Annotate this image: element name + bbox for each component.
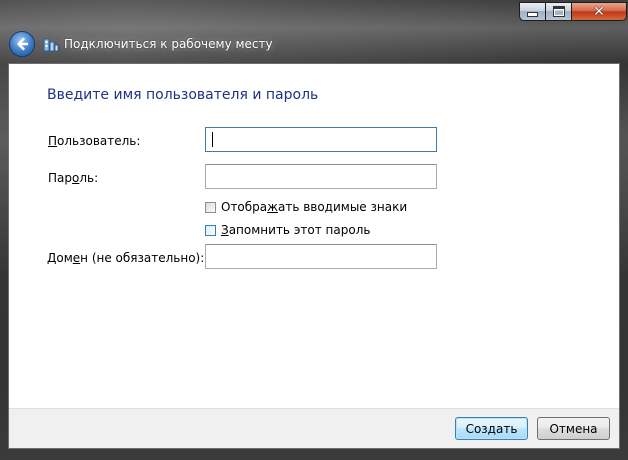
back-button[interactable]	[9, 31, 35, 57]
maximize-button[interactable]	[546, 2, 572, 21]
show-characters-checkbox[interactable]: Отображать вводимые знаки	[205, 200, 407, 214]
page-heading: Введите имя пользователя и пароль	[47, 87, 319, 103]
show-characters-label: Отображать вводимые знаки	[221, 200, 408, 214]
dialog-footer: Создать Отмена	[9, 408, 619, 448]
cancel-button[interactable]: Отмена	[537, 417, 610, 440]
maximize-icon	[552, 6, 565, 17]
text-caret	[212, 132, 213, 147]
password-input[interactable]	[205, 164, 437, 189]
minimize-icon	[527, 12, 538, 17]
dialog-content: Введите имя пользователя и пароль Пользо…	[8, 63, 620, 449]
window-frame: ✕ Подключиться к рабочему месту Введите …	[0, 0, 628, 460]
minimize-button[interactable]	[519, 2, 546, 21]
remember-password-checkbox[interactable]: Запомнить этот пароль	[205, 223, 370, 237]
password-label: Пароль:	[48, 171, 99, 185]
domain-label: Домен (не обязательно):	[47, 251, 205, 265]
domain-input[interactable]	[205, 244, 437, 269]
close-icon: ✕	[593, 3, 605, 20]
remember-password-label: Запомнить этот пароль	[221, 223, 371, 237]
username-input[interactable]	[205, 127, 437, 152]
create-button[interactable]: Создать	[455, 417, 528, 440]
username-label: Пользователь:	[48, 134, 141, 148]
checkbox-box[interactable]	[205, 224, 216, 236]
caption-buttons: ✕	[519, 2, 627, 21]
workplace-network-icon	[43, 38, 59, 52]
close-button[interactable]: ✕	[572, 2, 627, 21]
checkbox-box[interactable]	[205, 201, 216, 213]
back-arrow-icon	[17, 37, 29, 51]
window-title: Подключиться к рабочему месту	[64, 37, 273, 51]
